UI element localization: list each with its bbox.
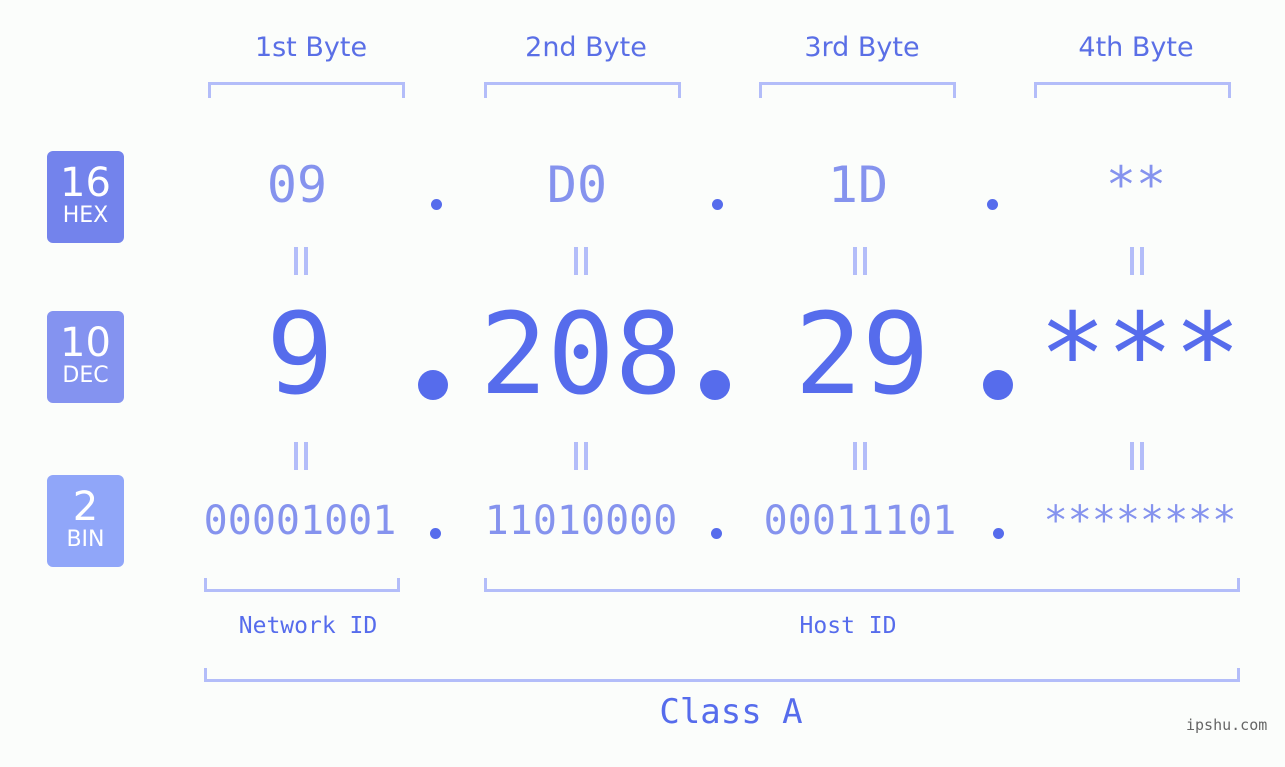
hex-label: HEX	[62, 203, 109, 228]
equals-icon	[851, 247, 867, 275]
class-label: Class A	[659, 692, 803, 732]
hex-byte-1: 09	[266, 156, 328, 214]
dec-byte-2: 208	[479, 290, 683, 420]
equals-icon	[292, 247, 308, 275]
hex-separator-3	[987, 199, 998, 210]
bin-byte-2: 11010000	[484, 498, 678, 544]
equals-icon	[851, 442, 867, 470]
bin-byte-3: 00011101	[763, 498, 957, 544]
dec-base: 10	[60, 320, 111, 366]
equals-icon	[572, 247, 588, 275]
dec-separator-1	[418, 370, 448, 400]
hex-separator-1	[431, 199, 442, 210]
bin-separator-3	[993, 528, 1004, 539]
dec-separator-3	[983, 370, 1013, 400]
bin-byte-1: 00001001	[203, 498, 397, 544]
hex-byte-2: D0	[546, 156, 608, 214]
hex-byte-3: 1D	[827, 156, 889, 214]
bin-base: 2	[72, 484, 99, 530]
byte-header-4: 4th Byte	[1078, 32, 1194, 63]
byte-header-2: 2nd Byte	[525, 32, 647, 63]
hex-badge: 16 HEX	[47, 151, 124, 243]
equals-icon	[572, 442, 588, 470]
hex-separator-2	[712, 199, 723, 210]
byte-header-3: 3rd Byte	[804, 32, 920, 63]
equals-icon	[1128, 247, 1144, 275]
bin-separator-1	[430, 528, 441, 539]
equals-icon	[1128, 442, 1144, 470]
dec-label: DEC	[62, 363, 109, 388]
network-id-bracket	[204, 578, 400, 592]
bin-label: BIN	[66, 527, 105, 552]
dec-byte-3: 29	[794, 290, 930, 420]
dec-byte-1: 9	[266, 290, 334, 420]
host-id-bracket	[484, 578, 1240, 592]
byte-bracket-3	[759, 82, 956, 98]
byte-bracket-4	[1034, 82, 1231, 98]
watermark: ipshu.com	[1186, 716, 1268, 734]
equals-icon	[292, 442, 308, 470]
dec-badge: 10 DEC	[47, 311, 124, 403]
hex-base: 16	[60, 160, 111, 206]
byte-header-1: 1st Byte	[254, 32, 368, 63]
hex-byte-4: **	[1105, 156, 1167, 214]
bin-separator-2	[711, 528, 722, 539]
host-id-label: Host ID	[799, 613, 897, 639]
byte-bracket-1	[208, 82, 405, 98]
network-id-label: Network ID	[238, 613, 378, 639]
dec-byte-4: ***	[1038, 290, 1242, 420]
bin-byte-4: ********	[1043, 498, 1237, 544]
class-bracket	[204, 668, 1240, 682]
bin-badge: 2 BIN	[47, 475, 124, 567]
byte-bracket-2	[484, 82, 681, 98]
dec-separator-2	[700, 370, 730, 400]
